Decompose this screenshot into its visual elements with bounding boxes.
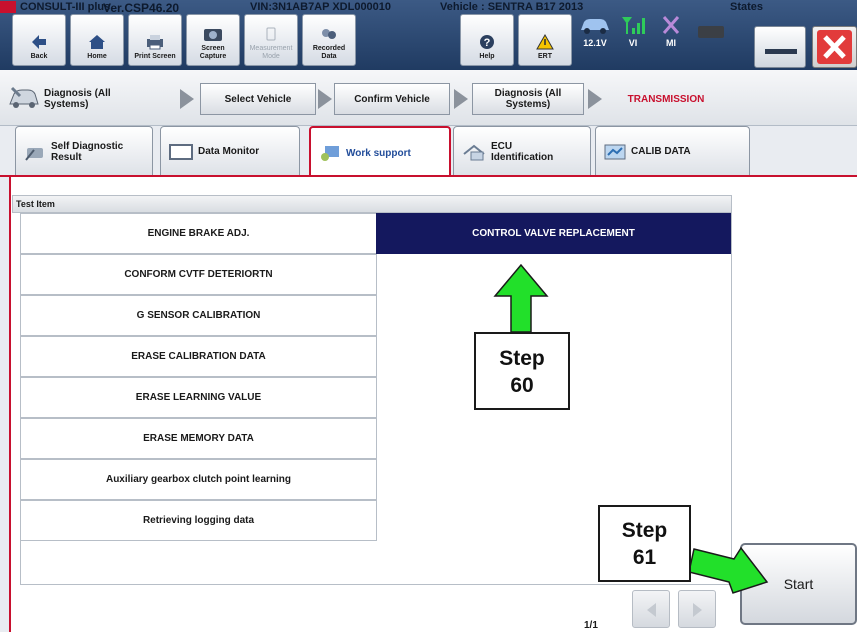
step-60-callout: Step 60: [474, 332, 570, 410]
green-arrow-up-icon: [493, 263, 549, 333]
annotation-layer: [493, 263, 769, 594]
step-61-callout: Step 61: [598, 505, 691, 582]
consult-window: CONSULT-III plus Ver.CSP46.20 VIN:3N1AB7…: [0, 0, 857, 632]
green-arrow-right-icon: [688, 546, 769, 594]
